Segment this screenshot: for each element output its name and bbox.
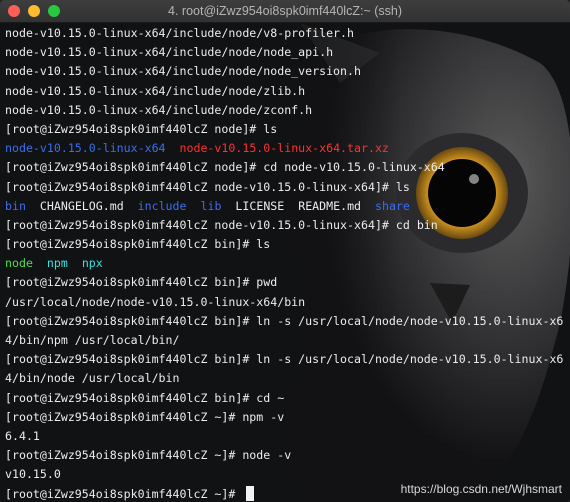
terminal-text: [root@iZwz954oi8spk0imf440lcZ ~]# npm -v — [5, 409, 285, 424]
terminal-text: npm — [46, 256, 68, 271]
terminal-text: [root@iZwz954oi8spk0imf440lcZ bin]# cd ~ — [5, 390, 285, 405]
terminal-line: [root@iZwz954oi8spk0imf440lcZ node-v10.1… — [5, 216, 565, 235]
terminal-text: node-v10.15.0-linux-x64 — [5, 141, 166, 156]
terminal-line: [root@iZwz954oi8spk0imf440lcZ node]# ls — [5, 120, 565, 139]
terminal-line: bin CHANGELOG.md include lib LICENSE REA… — [5, 197, 565, 216]
terminal-line: [root@iZwz954oi8spk0imf440lcZ bin]# pwd — [5, 273, 565, 292]
terminal-line: 4/bin/npm /usr/local/bin/ — [5, 331, 565, 350]
terminal-line: [root@iZwz954oi8spk0imf440lcZ bin]# ln -… — [5, 350, 565, 369]
terminal-text: [root@iZwz954oi8spk0imf440lcZ ~]# node -… — [5, 448, 292, 463]
terminal-text: share — [375, 198, 410, 213]
terminal-text: node-v10.15.0-linux-x64/include/node/v8-… — [5, 26, 355, 40]
terminal-text: node-v10.15.0-linux-x64.tar.xz — [179, 141, 389, 156]
terminal-text: node-v10.15.0-linux-x64/include/node/zco… — [5, 102, 313, 117]
terminal-text: node-v10.15.0-linux-x64/include/node/nod… — [5, 64, 361, 79]
terminal-line: node-v10.15.0-linux-x64/include/node/zli… — [5, 82, 565, 101]
terminal-text: [root@iZwz954oi8spk0imf440lcZ node]# ls — [5, 121, 278, 136]
terminal-text: [root@iZwz954oi8spk0imf440lcZ bin]# ln -… — [5, 313, 564, 328]
terminal-line: /usr/local/node/node-v10.15.0-linux-x64/… — [5, 293, 565, 312]
terminal-text: [root@iZwz954oi8spk0imf440lcZ node]# cd … — [5, 160, 445, 175]
terminal-line: [root@iZwz954oi8spk0imf440lcZ node-v10.1… — [5, 178, 565, 197]
terminal-line: 4/bin/node /usr/local/bin — [5, 369, 565, 388]
terminal-text: 4/bin/node /usr/local/bin — [5, 371, 180, 386]
terminal-text: include — [137, 198, 187, 213]
terminal-text: 4/bin/npm /usr/local/bin/ — [5, 333, 180, 347]
terminal-line: node-v10.15.0-linux-x64/include/node/nod… — [5, 43, 565, 62]
terminal-text: npx — [81, 256, 103, 271]
terminal-text: CHANGELOG.md — [25, 198, 138, 213]
terminal-line: node npm npx — [5, 254, 565, 273]
terminal-line: [root@iZwz954oi8spk0imf440lcZ ~]# npm -v — [5, 408, 565, 427]
terminal-window: 4. root@iZwz954oi8spk0imf440lcZ:~ (ssh) … — [0, 0, 570, 502]
terminal-text: node-v10.15.0-linux-x64/include/node/zli… — [5, 83, 306, 98]
terminal-text: node-v10.15.0-linux-x64/include/node/nod… — [5, 45, 334, 60]
terminal-line: 6.4.1 — [5, 427, 565, 446]
terminal-text: lib — [200, 198, 222, 213]
terminal-line: node-v10.15.0-linux-x64/include/node/v8-… — [5, 24, 565, 43]
terminal-line: node-v10.15.0-linux-x64/include/node/nod… — [5, 62, 565, 81]
terminal-text: LICENSE README.md — [221, 198, 375, 213]
terminal-text: [root@iZwz954oi8spk0imf440lcZ node-v10.1… — [5, 217, 438, 232]
terminal-text: [root@iZwz954oi8spk0imf440lcZ bin]# pwd — [5, 275, 278, 290]
terminal-text: node — [5, 256, 33, 271]
terminal-text: [root@iZwz954oi8spk0imf440lcZ bin]# ln -… — [5, 352, 564, 367]
terminal-line: [root@iZwz954oi8spk0imf440lcZ bin]# cd ~ — [5, 389, 565, 408]
terminal-line: node-v10.15.0-linux-x64 node-v10.15.0-li… — [5, 139, 565, 158]
terminal-text: 6.4.1 — [5, 428, 40, 443]
terminal-text: bin — [5, 198, 26, 213]
terminal-text: [root@iZwz954oi8spk0imf440lcZ ~]# — [5, 486, 243, 501]
terminal-text: [root@iZwz954oi8spk0imf440lcZ bin]# ls — [5, 237, 271, 252]
window-title: 4. root@iZwz954oi8spk0imf440lcZ:~ (ssh) — [168, 4, 402, 18]
terminal-text: v10.15.0 — [5, 467, 61, 482]
terminal-line: [root@iZwz954oi8spk0imf440lcZ ~]# node -… — [5, 446, 565, 465]
terminal-text: [root@iZwz954oi8spk0imf440lcZ node-v10.1… — [5, 179, 410, 194]
terminal-cursor — [246, 485, 255, 501]
terminal-line: [root@iZwz954oi8spk0imf440lcZ node]# cd … — [5, 158, 565, 177]
watermark-text: https://blog.csdn.net/Wjhsmart — [400, 482, 562, 496]
terminal-text: /usr/local/node/node-v10.15.0-linux-x64/… — [5, 294, 306, 309]
terminal-line: [root@iZwz954oi8spk0imf440lcZ bin]# ls — [5, 235, 565, 254]
terminal-output[interactable]: node-v10.15.0-linux-x64/include/node/v8-… — [5, 24, 565, 502]
terminal-line: [root@iZwz954oi8spk0imf440lcZ bin]# ln -… — [5, 312, 565, 331]
title-bar[interactable]: 4. root@iZwz954oi8spk0imf440lcZ:~ (ssh) — [0, 0, 570, 23]
terminal-line: node-v10.15.0-linux-x64/include/node/zco… — [5, 101, 565, 120]
